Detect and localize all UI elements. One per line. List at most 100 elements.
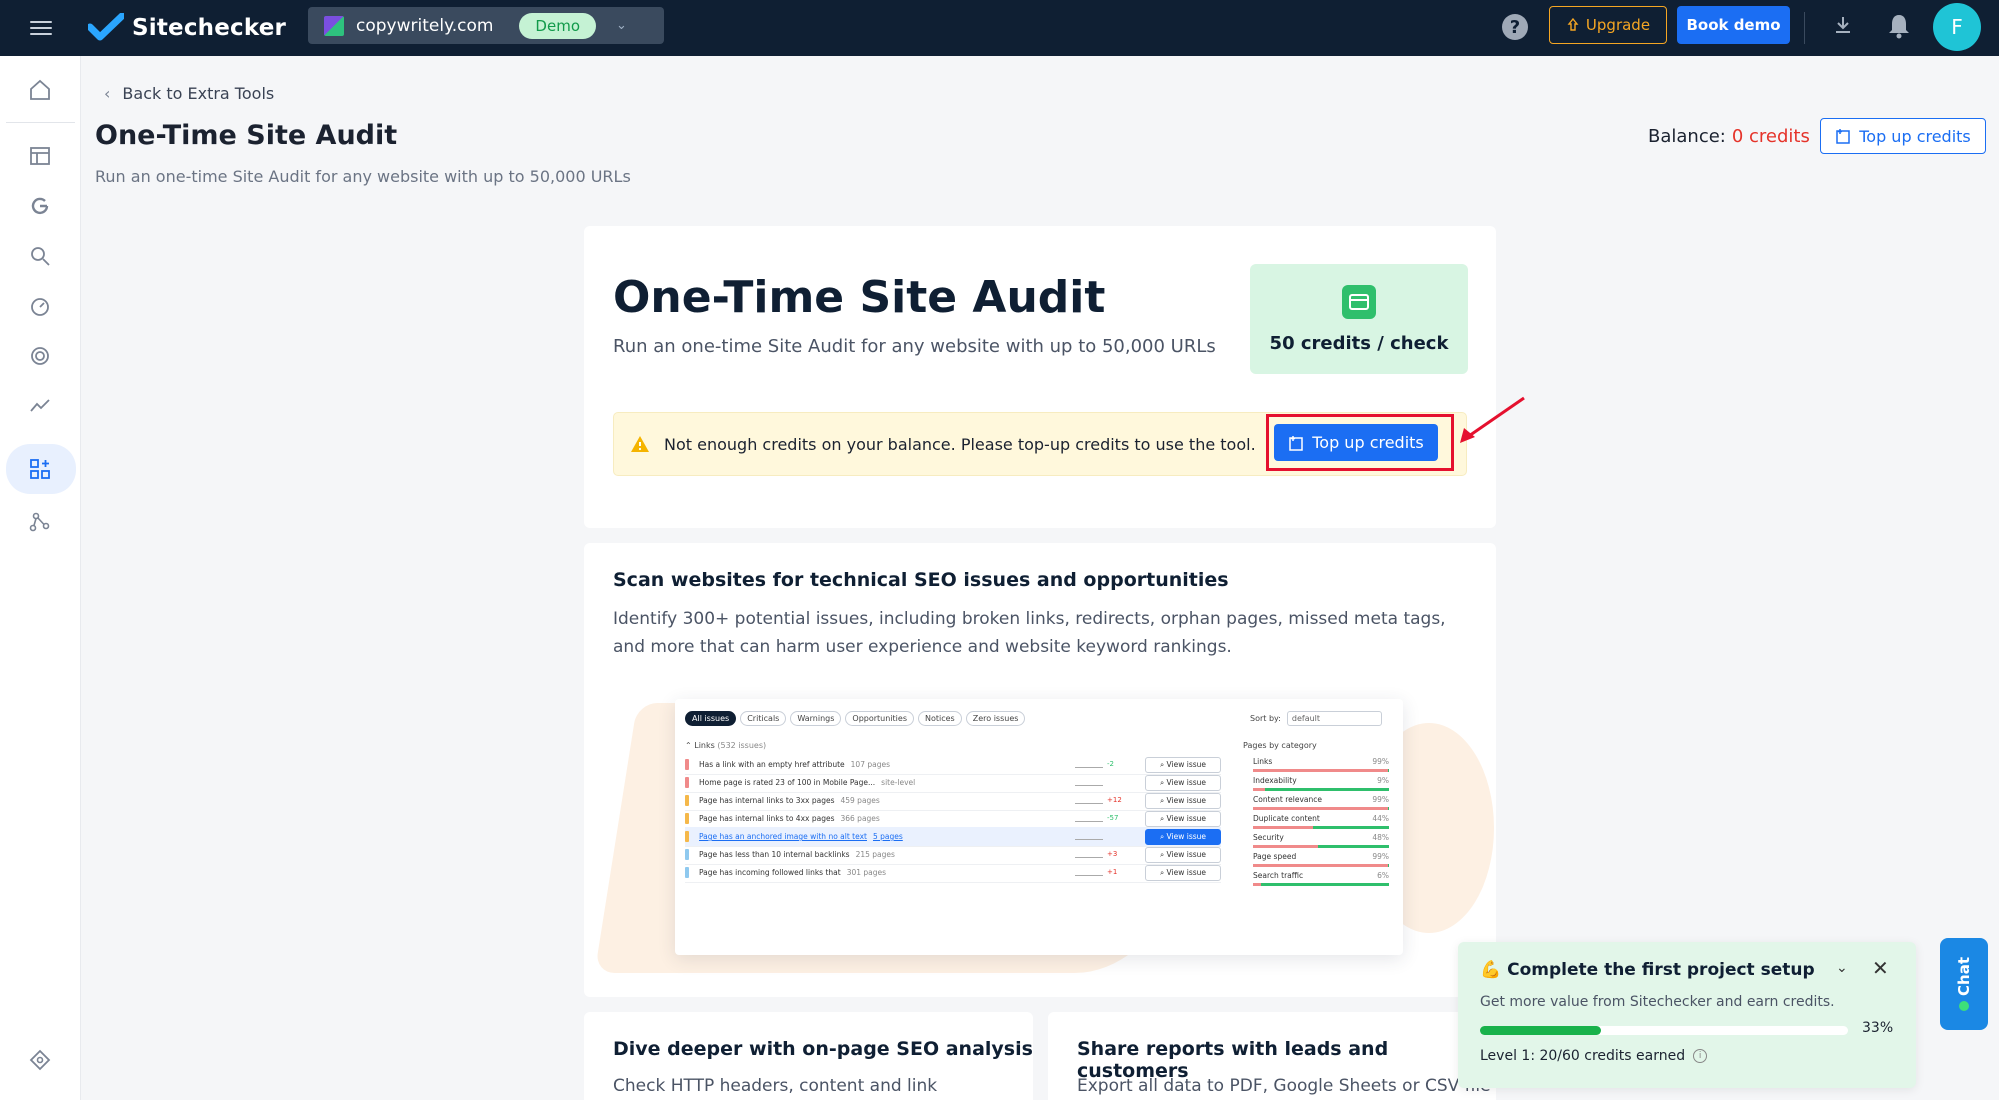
wallet-icon: [1289, 435, 1303, 451]
issue-count: 107 pages: [850, 760, 890, 769]
close-icon[interactable]: ✕: [1872, 956, 1889, 980]
category-percent: 99%: [1372, 852, 1389, 861]
sparkline: [1075, 798, 1103, 804]
sort-select: default: [1286, 711, 1382, 726]
category-bar: [1253, 807, 1389, 810]
settings-icon[interactable]: [20, 1040, 60, 1080]
issue-count: 215 pages: [855, 850, 895, 859]
category-bar: [1253, 883, 1389, 886]
project-setup-widget: 💪 Complete the first project setup ⌄ ✕ G…: [1458, 942, 1916, 1088]
back-link[interactable]: ‹ Back to Extra Tools: [104, 84, 274, 103]
issue-row: Page has incoming followed links that 301…: [685, 863, 1221, 883]
onpage-feature-card: Dive deeper with on-page SEO analysis Ch…: [584, 1012, 1033, 1100]
reports-description: Export all data to PDF, Google Sheets or…: [1077, 1076, 1491, 1096]
sidebar-divider: [6, 122, 75, 123]
category-name: Links: [1253, 757, 1273, 766]
book-demo-button[interactable]: Book demo: [1677, 6, 1790, 44]
links-group-header: ⌃ Links (532 issues): [685, 741, 767, 750]
sparkline: [1075, 834, 1103, 840]
dashboard-icon[interactable]: [20, 136, 60, 176]
setup-level: Level 1: 20/60 credits earned i: [1480, 1048, 1708, 1064]
view-issue-button: ⌕ View issue: [1145, 847, 1221, 863]
category-percent: 6%: [1377, 871, 1389, 880]
target-icon[interactable]: [20, 336, 60, 376]
filter-chip: Notices: [918, 711, 962, 726]
category-percent: 9%: [1377, 776, 1389, 785]
warning-text: Not enough credits on your balance. Plea…: [664, 434, 1256, 454]
collapse-chevron-icon[interactable]: ⌄: [1836, 960, 1848, 976]
issue-filter-chips: All issues Criticals Warnings Opportunities…: [685, 711, 1026, 726]
issue-text: Home page is rated 23 of 100 in Mobile P…: [699, 778, 876, 787]
wallet-icon: [1836, 129, 1850, 144]
upgrade-label: Upgrade: [1585, 16, 1651, 34]
issue-row: Has a link with an empty href attribute 1…: [685, 755, 1221, 775]
trend-line-icon[interactable]: [20, 386, 60, 426]
issue-delta: -2: [1107, 760, 1114, 768]
bell-icon[interactable]: [1886, 12, 1912, 40]
google-icon[interactable]: [20, 186, 60, 226]
category-name: Indexability: [1253, 776, 1297, 785]
filter-chip: Criticals: [740, 711, 787, 726]
view-issue-button: ⌕ View issue: [1145, 865, 1221, 881]
onpage-description: Check HTTP headers, content and link: [613, 1076, 938, 1096]
menu-icon[interactable]: [30, 17, 52, 37]
back-label: Back to Extra Tools: [122, 84, 275, 103]
project-selector[interactable]: copywritely.com Demo ⌄: [308, 7, 664, 44]
balance-value: 0 credits: [1731, 126, 1810, 147]
help-icon[interactable]: ?: [1502, 14, 1528, 40]
divider: [1804, 12, 1805, 44]
page-title: One-Time Site Audit: [95, 120, 398, 151]
top-bar: Sitechecker copywritely.com Demo ⌄ ? Upg…: [0, 0, 1999, 56]
demo-badge: Demo: [519, 12, 596, 39]
home-icon[interactable]: [20, 70, 60, 110]
hero-subtitle: Run an one-time Site Audit for any websi…: [613, 336, 1216, 357]
category-bar-fill: [1253, 788, 1266, 791]
category-percent: 99%: [1372, 795, 1389, 804]
speed-gauge-icon[interactable]: [20, 286, 60, 326]
category-bar-fill: [1253, 883, 1262, 886]
filter-chip: Opportunities: [845, 711, 914, 726]
upgrade-button[interactable]: Upgrade: [1549, 6, 1667, 44]
setup-title: 💪 Complete the first project setup: [1480, 960, 1815, 980]
project-name: copywritely.com: [356, 15, 494, 36]
chat-button[interactable]: Chat: [1940, 938, 1988, 1030]
category-percent: 44%: [1372, 814, 1389, 823]
topup-credits-button[interactable]: Top up credits: [1274, 424, 1438, 461]
category-percent: 99%: [1372, 757, 1389, 766]
sparkline: [1075, 780, 1103, 786]
issue-row: Page has internal links to 3xx pages 459 …: [685, 791, 1221, 811]
category-name: Security: [1253, 833, 1284, 842]
view-issue-button: ⌕ View issue: [1145, 775, 1221, 791]
sparkline: [1075, 762, 1103, 768]
severity-marker: [685, 849, 689, 860]
sort-control: Sort by: default: [1250, 711, 1382, 726]
extra-tools-icon[interactable]: [20, 449, 60, 489]
project-favicon-icon: [324, 15, 344, 36]
view-issue-button: ⌕ View issue: [1145, 793, 1221, 809]
topup-credits-header-button[interactable]: Top up credits: [1820, 118, 1986, 154]
scan-feature-card: Scan websites for technical SEO issues a…: [584, 543, 1496, 997]
chevron-down-icon: ⌄: [616, 18, 627, 33]
category-name: Search traffic: [1253, 871, 1304, 880]
issue-count: 366 pages: [840, 814, 880, 823]
logo[interactable]: Sitechecker: [88, 10, 286, 46]
setup-emoji: 💪: [1480, 960, 1502, 980]
network-icon[interactable]: [20, 502, 60, 542]
issue-delta: -57: [1107, 814, 1119, 822]
download-icon[interactable]: [1830, 14, 1856, 40]
onpage-title: Dive deeper with on-page SEO analysis: [613, 1038, 1033, 1060]
setup-progress-bar: [1480, 1026, 1848, 1035]
pages-by-category-header: Pages by category: [1243, 741, 1317, 750]
view-issue-button: ⌕ View issue: [1145, 829, 1221, 845]
issue-count: 301 pages: [846, 868, 887, 877]
keyword-search-icon[interactable]: [20, 236, 60, 276]
hero-title: One-Time Site Audit: [613, 272, 1106, 323]
category-bar-fill: [1253, 864, 1388, 867]
category-bar-fill: [1253, 845, 1319, 848]
issue-text: Page has internal links to 4xx pages: [699, 814, 835, 823]
avatar[interactable]: F: [1933, 3, 1981, 51]
rocket-icon: [1567, 18, 1579, 31]
category-bar-fill: [1253, 826, 1313, 829]
info-icon[interactable]: i: [1693, 1049, 1708, 1063]
topup-label: Top up credits: [1312, 433, 1424, 452]
